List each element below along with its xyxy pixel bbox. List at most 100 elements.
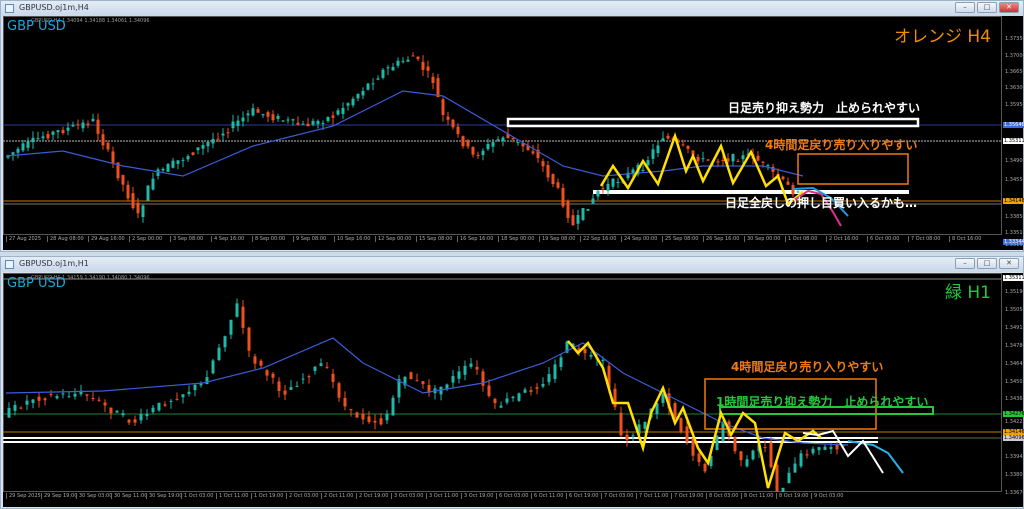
candle-body: [281, 120, 285, 122]
price-axis-label: 1.36650: [1005, 69, 1024, 75]
candle-body: [246, 113, 250, 116]
minimize-button[interactable]: –: [955, 2, 975, 13]
candle-body: [686, 145, 690, 149]
candle-body: [589, 355, 593, 357]
candle-body: [391, 397, 395, 416]
window-title-bar[interactable]: GBPUSD.oj1m,H4 – □ ✕: [1, 1, 1023, 16]
candle-body: [96, 119, 100, 134]
candle-body: [551, 174, 555, 185]
candle-body: [247, 327, 251, 351]
candle-body: [61, 129, 65, 134]
candle-body: [66, 127, 70, 131]
price-axis-label: 1.35050: [1005, 307, 1024, 313]
candle-body: [291, 119, 295, 121]
candle-body: [601, 359, 605, 361]
candle-body: [316, 120, 320, 125]
candle-body: [181, 394, 185, 398]
candle-body: [76, 124, 80, 126]
candle-body: [643, 421, 647, 429]
candle-body: [625, 434, 629, 441]
candle-body: [499, 405, 503, 408]
price-axis-label: 1.34276: [1003, 411, 1024, 417]
candle-body: [583, 349, 587, 354]
price-axis-label: 1.35190: [1005, 289, 1024, 295]
candle-body: [211, 360, 215, 374]
symbol-label: GBP USD: [7, 19, 66, 34]
time-axis-label: 9 Oct 03:00: [811, 493, 843, 499]
candle-body: [253, 356, 257, 364]
timeframe-tag: 緑 H1: [944, 283, 991, 303]
time-axis-label: 7 Oct 03:00: [601, 493, 633, 499]
candle-body: [547, 374, 551, 383]
candle-body: [321, 122, 325, 124]
minimize-button[interactable]: –: [955, 258, 975, 269]
candle-body: [511, 396, 515, 399]
candle-body: [721, 159, 725, 162]
window-title-bar[interactable]: GBPUSD.oj1m,H1 – □ ✕: [1, 257, 1023, 272]
candle-body: [385, 413, 389, 421]
candle-body: [829, 447, 833, 450]
candle-body: [481, 150, 485, 156]
annotation-h4-sell: 4時間足戻り売り入りやすい: [731, 360, 884, 374]
candle-body: [109, 407, 113, 414]
candle-body: [415, 380, 419, 382]
candle-body: [49, 393, 53, 395]
price-axis-label: 1.36300: [1005, 85, 1024, 91]
candle-body: [715, 435, 719, 451]
candle-body: [205, 377, 209, 385]
price-axis-label: 1.33160: [1005, 242, 1024, 248]
candle-body: [596, 190, 600, 197]
maximize-button[interactable]: □: [977, 258, 997, 269]
candle-body: [561, 188, 565, 207]
candle-body: [651, 149, 655, 159]
candle-body: [319, 363, 323, 367]
candle-body: [716, 161, 720, 163]
candle-body: [229, 319, 233, 335]
price-axis-label: 1.34915: [1005, 325, 1024, 331]
candle-body: [721, 423, 725, 441]
candle-body: [501, 137, 505, 142]
time-axis-label: 6 Oct 03:00: [496, 493, 528, 499]
candle-body: [171, 160, 175, 168]
candle-body: [235, 303, 239, 317]
window-title: GBPUSD.oj1m,H1: [19, 259, 89, 268]
close-button[interactable]: ✕: [999, 2, 1019, 13]
time-axis-label: 8 Oct 03:00: [706, 493, 738, 499]
candle-body: [505, 398, 509, 403]
chart-window-h1[interactable]: GBPUSD.oj1m,H1 – □ ✕ GBPUSD,H1 1.34159 1.3…: [0, 256, 1024, 509]
candle-body: [261, 114, 265, 116]
annotation-daily-dip-buy: 日足全戻しの押し目買い入るかも…: [725, 196, 918, 210]
plot-frame: [3, 273, 1002, 492]
candle-body: [396, 60, 400, 66]
price-axis-label: 1.33510: [1005, 230, 1024, 236]
candle-body: [271, 114, 275, 121]
price-chart-h4[interactable]: GBPUSD,H4 1.34094 1.34188 1.34061 1.3409…: [3, 16, 1024, 250]
time-axis-label: 30 Sep 19:00: [146, 493, 182, 499]
candle-body: [67, 396, 71, 398]
candle-body: [756, 155, 760, 161]
price-axis-label: 1.34645: [1005, 361, 1024, 367]
time-axis-label: 8 Oct 19:00: [776, 493, 808, 499]
price-chart-h1[interactable]: GBPUSD,H1 1.34159 1.34190 1.34080 1.3409…: [3, 273, 1024, 507]
candle-body: [406, 59, 410, 62]
candle-body: [496, 139, 500, 141]
close-button[interactable]: ✕: [999, 258, 1019, 269]
candle-body: [26, 141, 30, 148]
candle-body: [805, 454, 809, 456]
time-axis-label: 15 Sep 08:00: [416, 236, 452, 242]
time-axis-label: 2 Oct 03:00: [286, 493, 318, 499]
candle-body: [341, 107, 345, 115]
candle-body: [331, 373, 335, 382]
chart-window-h4[interactable]: GBPUSD.oj1m,H4 – □ ✕ GBPUSD,H4 1.34094 1.3…: [0, 0, 1024, 252]
candle-body: [271, 373, 275, 378]
time-axis-label: 8 Sep 00:00: [252, 236, 285, 242]
candle-body: [286, 119, 290, 121]
window-title: GBPUSD.oj1m,H4: [19, 3, 89, 12]
maximize-button[interactable]: □: [977, 2, 997, 13]
time-axis-label: 1 Oct 08:00: [785, 236, 817, 242]
price-axis-label: 1.33670: [1005, 490, 1024, 496]
candle-body: [216, 138, 220, 140]
candle-body: [151, 178, 155, 190]
candle-body: [576, 215, 580, 224]
candle-body: [367, 416, 371, 423]
